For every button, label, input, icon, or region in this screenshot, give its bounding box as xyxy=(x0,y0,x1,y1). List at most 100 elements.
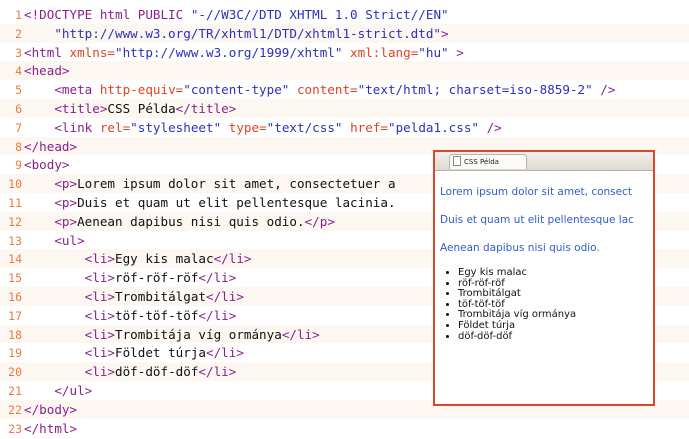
code-token: http-equiv= xyxy=(99,82,184,98)
code-text: <li>röf-röf-röf</li> xyxy=(24,268,237,287)
code-token: content= xyxy=(296,82,358,98)
code-token: <title> xyxy=(24,101,108,116)
code-token: > xyxy=(448,44,464,60)
code-token: <p> xyxy=(24,176,78,192)
code-token: <p> xyxy=(24,195,78,210)
line-number: 8 xyxy=(15,139,22,154)
browser-tab-title: CSS Példa xyxy=(464,158,499,166)
preview-paragraph: Aenean dapibus nisi quis odio. xyxy=(440,242,600,254)
code-token: rel= xyxy=(99,119,131,135)
code-text: <li>Földet túrja</li> xyxy=(24,343,244,362)
code-token: <li> xyxy=(24,326,115,342)
code-text: <li>Egy kis malac</li> xyxy=(24,249,252,268)
code-token: "http://www.w3.org/1999/xhtml" xyxy=(115,44,351,60)
code-token: "text/css" xyxy=(266,119,351,135)
code-text: <p>Lorem ipsum dolor sit amet, consectet… xyxy=(24,174,396,193)
code-text: </html> xyxy=(24,419,77,438)
page-icon xyxy=(453,156,461,166)
code-token: </li> xyxy=(206,345,244,361)
code-token: xml:lang= xyxy=(350,44,419,60)
code-token: <li> xyxy=(24,345,115,361)
code-token: </ul> xyxy=(24,383,93,398)
preview-paragraph: Duis et quam ut elit pellentesque lac xyxy=(440,214,634,226)
code-token: <body> xyxy=(24,157,70,173)
code-token: </head> xyxy=(24,138,78,154)
code-text: <meta http-equiv="content-type" content=… xyxy=(24,80,615,99)
code-text: <li>Trombitája víg ormánya</li> xyxy=(24,325,320,344)
preview-list-item: döf-döf-döf xyxy=(458,331,576,343)
code-token: <head> xyxy=(24,63,70,79)
code-token: Aenean dapibus nisi quis odio. xyxy=(77,213,305,229)
code-text: </ul> xyxy=(24,381,92,400)
line-number: 5 xyxy=(15,83,22,98)
line-number: 20 xyxy=(8,365,22,380)
code-token: </title> xyxy=(175,101,237,116)
line-number: 15 xyxy=(8,271,22,286)
code-token: "http://www.w3.org/TR/xhtml1/DTD/xhtml1-… xyxy=(24,25,442,41)
browser-preview-window: CSS Példa Lorem ipsum dolor sit amet, co… xyxy=(433,150,655,406)
line-number: 1 xyxy=(15,8,22,22)
code-token: <li> xyxy=(24,251,115,267)
code-text: <html xmlns="http://www.w3.org/1999/xhtm… xyxy=(24,43,464,62)
code-token: Trombitálgat xyxy=(115,289,206,304)
code-token: röf-röf-röf xyxy=(115,270,199,286)
line-number: 7 xyxy=(15,120,22,135)
line-number: 3 xyxy=(15,45,22,60)
code-text: <!DOCTYPE html PUBLIC "-//W3C//DTD XHTML… xyxy=(24,5,449,24)
code-token: /> xyxy=(479,119,502,135)
line-number: 22 xyxy=(8,402,22,417)
code-token: > xyxy=(441,25,449,41)
line-number: 13 xyxy=(8,233,22,248)
code-token: <ul> xyxy=(24,232,85,248)
code-token: </li> xyxy=(213,251,252,267)
line-number: 9 xyxy=(15,158,22,173)
code-token: <!DOCTYPE html PUBLIC xyxy=(24,7,191,22)
code-line: 5 <meta http-equiv="content-type" conten… xyxy=(0,80,689,100)
code-line: 4 <head> xyxy=(0,61,689,81)
line-number: 11 xyxy=(8,196,22,210)
line-number: 10 xyxy=(8,177,22,192)
code-token: "text/html; charset=iso-8859-2" xyxy=(357,82,593,98)
code-token: <html xyxy=(24,44,70,60)
code-token: "content-type" xyxy=(183,82,297,98)
code-token: <li> xyxy=(24,270,115,286)
code-line: 3 <html xmlns="http://www.w3.org/1999/xht… xyxy=(0,42,689,62)
code-token: type= xyxy=(228,119,267,135)
code-text: <body> xyxy=(24,155,70,174)
code-text: <p>Aenean dapibus nisi quis odio.</p> xyxy=(24,212,335,231)
line-number: 16 xyxy=(8,290,22,304)
code-token: "stylesheet" xyxy=(130,119,229,135)
line-number: 14 xyxy=(8,252,22,267)
code-token: Duis et quam ut elit pellentesque lacini… xyxy=(77,195,396,210)
preview-list: Egy kis malac röf-röf-röf Trombitálgat t… xyxy=(443,267,576,343)
code-token: "hu" xyxy=(418,44,449,60)
line-number: 6 xyxy=(15,102,22,116)
code-token: <li> xyxy=(24,289,115,304)
code-text: <p>Duis et quam ut elit pellentesque lac… xyxy=(24,193,396,212)
code-token: <p> xyxy=(24,213,78,229)
preview-paragraph: Lorem ipsum dolor sit amet, consect xyxy=(440,186,632,198)
code-line: 7 <link rel="stylesheet" type="text/css"… xyxy=(0,117,689,137)
code-line: 6 <title>CSS Példa</title> xyxy=(0,99,689,118)
code-token: "pelda1.css" xyxy=(388,119,479,135)
code-text: <li>Trombitálgat</li> xyxy=(24,287,244,306)
code-token: Lorem ipsum dolor sit amet, consectetuer… xyxy=(77,176,396,192)
code-token: <li> xyxy=(24,307,115,323)
line-number: 19 xyxy=(8,346,22,361)
code-token: </li> xyxy=(198,270,237,286)
code-token: <link xyxy=(24,119,100,135)
line-number: 2 xyxy=(15,26,22,41)
code-token: /> xyxy=(592,82,616,98)
code-text: <ul> xyxy=(24,231,85,250)
code-text: <head> xyxy=(24,61,70,80)
line-number: 21 xyxy=(8,384,22,398)
code-token: </li> xyxy=(206,289,244,304)
browser-tab[interactable]: CSS Példa xyxy=(449,154,527,169)
code-token: döf-döf-döf xyxy=(115,364,199,380)
code-text: <li>döf-döf-döf</li> xyxy=(24,362,237,381)
code-text: </head> xyxy=(24,137,77,156)
code-text: <li>töf-töf-töf</li> xyxy=(24,306,237,325)
code-token: töf-töf-töf xyxy=(115,307,199,323)
code-token: </p> xyxy=(304,213,335,229)
code-token: <li> xyxy=(24,364,115,380)
